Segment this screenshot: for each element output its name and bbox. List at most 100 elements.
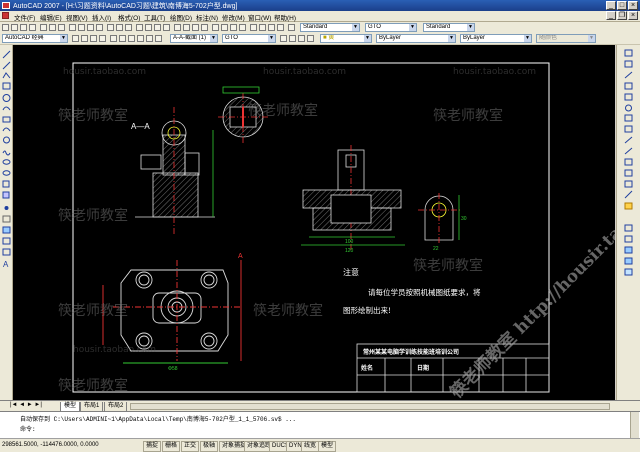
window-title: AutoCAD 2007 - [H:\习题资料\AutoCAD习题\建筑\南博海… xyxy=(13,3,238,10)
command-scrollbar[interactable] xyxy=(630,412,639,439)
toolbar-icon[interactable] xyxy=(307,35,314,42)
toolbar-icon[interactable] xyxy=(40,24,47,31)
toolbar-icon[interactable] xyxy=(107,24,114,31)
text-style-combo[interactable]: Standard ▼ xyxy=(300,23,360,32)
dim-front-base: 120 xyxy=(345,248,354,254)
toolbar-icon[interactable] xyxy=(192,24,199,31)
toolbar-icon[interactable] xyxy=(90,35,97,42)
polar-toggle[interactable]: 极轴 xyxy=(200,441,219,452)
toolbar-icon[interactable] xyxy=(2,24,9,31)
status-bar: 298561.5000, -114476.0000, 0.0000 捕捉 栅格 … xyxy=(0,438,640,452)
lineweight-toggle[interactable]: 线宽 xyxy=(301,441,320,452)
toolbar-icon[interactable] xyxy=(289,35,296,42)
command-history-line: 自动保存到 C:\Users\ADMINI~1\AppData\Local\Te… xyxy=(20,416,297,423)
toolbar-icon[interactable] xyxy=(69,24,76,31)
menu-file[interactable]: 文件(F) xyxy=(14,12,35,22)
command-window[interactable]: 自动保存到 C:\Users\ADMINI~1\AppData\Local\Te… xyxy=(0,411,640,439)
table-style-combo[interactable]: Standard ▼ xyxy=(423,23,475,32)
toolbar-icon[interactable] xyxy=(49,24,56,31)
title-bar: AutoCAD 2007 - [H:\习题资料\AutoCAD习题\建筑\南博海… xyxy=(0,0,640,11)
doc-restore-button[interactable]: ❐ xyxy=(617,11,627,20)
toolbar-icon[interactable] xyxy=(116,24,123,31)
toolbar-icon[interactable] xyxy=(20,24,27,31)
toolbar-icon[interactable] xyxy=(11,24,18,31)
modify-toolbar xyxy=(616,45,640,400)
toolbar-icon[interactable] xyxy=(201,24,208,31)
toolbar-icon[interactable] xyxy=(230,24,237,31)
layer-state-combo[interactable]: A-A-截面 (1) ▼ xyxy=(170,34,218,43)
menu-draw[interactable]: 绘图(D) xyxy=(170,12,192,22)
menu-dimension[interactable]: 标注(N) xyxy=(196,12,218,22)
toolbar-icon[interactable] xyxy=(250,24,257,31)
toolbar-icon[interactable] xyxy=(58,24,65,31)
dim-side-height: 30 xyxy=(461,216,467,222)
watermark-url: housir.taobao.com xyxy=(263,67,347,77)
toolbar-icon[interactable] xyxy=(155,35,162,42)
workspace-combo[interactable]: AutoCAD 经典 ▼ xyxy=(2,34,68,43)
toolbar-icon[interactable] xyxy=(72,35,79,42)
toolbar-icon[interactable] xyxy=(174,24,181,31)
toolbar-icon[interactable] xyxy=(280,35,287,42)
menu-help[interactable]: 帮助(H) xyxy=(274,12,296,22)
toolbar-icon[interactable] xyxy=(239,24,246,31)
toolbar-icon[interactable] xyxy=(183,24,190,31)
menu-format[interactable]: 格式(O) xyxy=(118,12,140,22)
horizontal-scrollbar[interactable] xyxy=(130,403,610,410)
toolbar-icon[interactable] xyxy=(137,35,144,42)
toolbar-icon[interactable] xyxy=(119,35,126,42)
drawing-area[interactable]: A—A A 注意 请每位学员按照机械图纸要求，将 图形绘制出来! 常州某某电脑学… xyxy=(13,45,615,400)
model-toggle[interactable]: 模型 xyxy=(318,441,337,452)
toolbar-icon[interactable] xyxy=(87,24,94,31)
dim-style-combo[interactable]: GTO ▼ xyxy=(365,23,417,32)
toolbar-icon[interactable] xyxy=(145,24,152,31)
notes-line-2: 图形绘制出来! xyxy=(343,305,391,315)
toolbar-icon[interactable] xyxy=(146,35,153,42)
autocad-app-icon[interactable] xyxy=(2,2,10,9)
toolbar-icon[interactable] xyxy=(136,24,143,31)
grid-toggle[interactable]: 栅格 xyxy=(162,441,181,452)
toolbar-icon[interactable] xyxy=(212,24,219,31)
doc-minimize-button[interactable]: _ xyxy=(606,11,616,20)
toolbar-icon[interactable] xyxy=(221,24,228,31)
toolbar-icon[interactable] xyxy=(277,24,284,31)
snap-toggle[interactable]: 捕捉 xyxy=(143,441,162,452)
document-icon[interactable] xyxy=(2,12,9,19)
ortho-toggle[interactable]: 正交 xyxy=(181,441,200,452)
watermark-url: housir.taobao.com xyxy=(73,345,157,355)
menu-window[interactable]: 窗口(W) xyxy=(248,12,271,22)
menu-tools[interactable]: 工具(T) xyxy=(144,12,165,22)
tab-nav-arrows[interactable]: |◄ ◄ ► ►| xyxy=(10,402,42,408)
dim-front-width: 100 xyxy=(345,239,354,245)
menu-view[interactable]: 视图(V) xyxy=(66,12,88,22)
coordinates-readout: 298561.5000, -114476.0000, 0.0000 xyxy=(2,442,99,448)
color-combo[interactable]: ■ 黄 ▼ xyxy=(320,34,372,43)
toolbar-icon[interactable] xyxy=(268,24,275,31)
menu-modify[interactable]: 修改(M) xyxy=(222,12,245,22)
toolbar-icon[interactable] xyxy=(128,35,135,42)
toolbar-icon[interactable] xyxy=(288,24,295,31)
toolbar-icon[interactable] xyxy=(78,24,85,31)
linetype-combo[interactable]: ByLayer ▼ xyxy=(376,34,456,43)
toolbar-icon[interactable] xyxy=(298,35,305,42)
menu-edit[interactable]: 编辑(E) xyxy=(40,12,62,22)
toolbar-icon[interactable] xyxy=(154,24,161,31)
maximize-button[interactable]: □ xyxy=(617,1,627,10)
dim-plan-width: Φ58 xyxy=(168,366,178,372)
toolbar-icon[interactable] xyxy=(259,24,266,31)
close-button[interactable]: × xyxy=(628,1,638,10)
toolbar-icon[interactable] xyxy=(110,35,117,42)
toolbar-icon[interactable] xyxy=(81,35,88,42)
modify-tool-icons[interactable] xyxy=(617,45,640,400)
doc-close-button[interactable]: × xyxy=(628,11,638,20)
minimize-button[interactable]: _ xyxy=(606,1,616,10)
draw-tool-icons[interactable]: A xyxy=(0,45,12,400)
command-prompt[interactable]: 命令: xyxy=(20,424,36,433)
layer-combo[interactable]: GTO ▼ xyxy=(222,34,276,43)
toolbar-icon[interactable] xyxy=(96,24,103,31)
toolbar-icon[interactable] xyxy=(29,24,36,31)
menu-insert[interactable]: 插入(I) xyxy=(92,12,111,22)
toolbar-icon[interactable] xyxy=(125,24,132,31)
toolbar-icon[interactable] xyxy=(99,35,106,42)
toolbar-icon[interactable] xyxy=(163,24,170,31)
lineweight-combo[interactable]: ByLayer ▼ xyxy=(460,34,532,43)
